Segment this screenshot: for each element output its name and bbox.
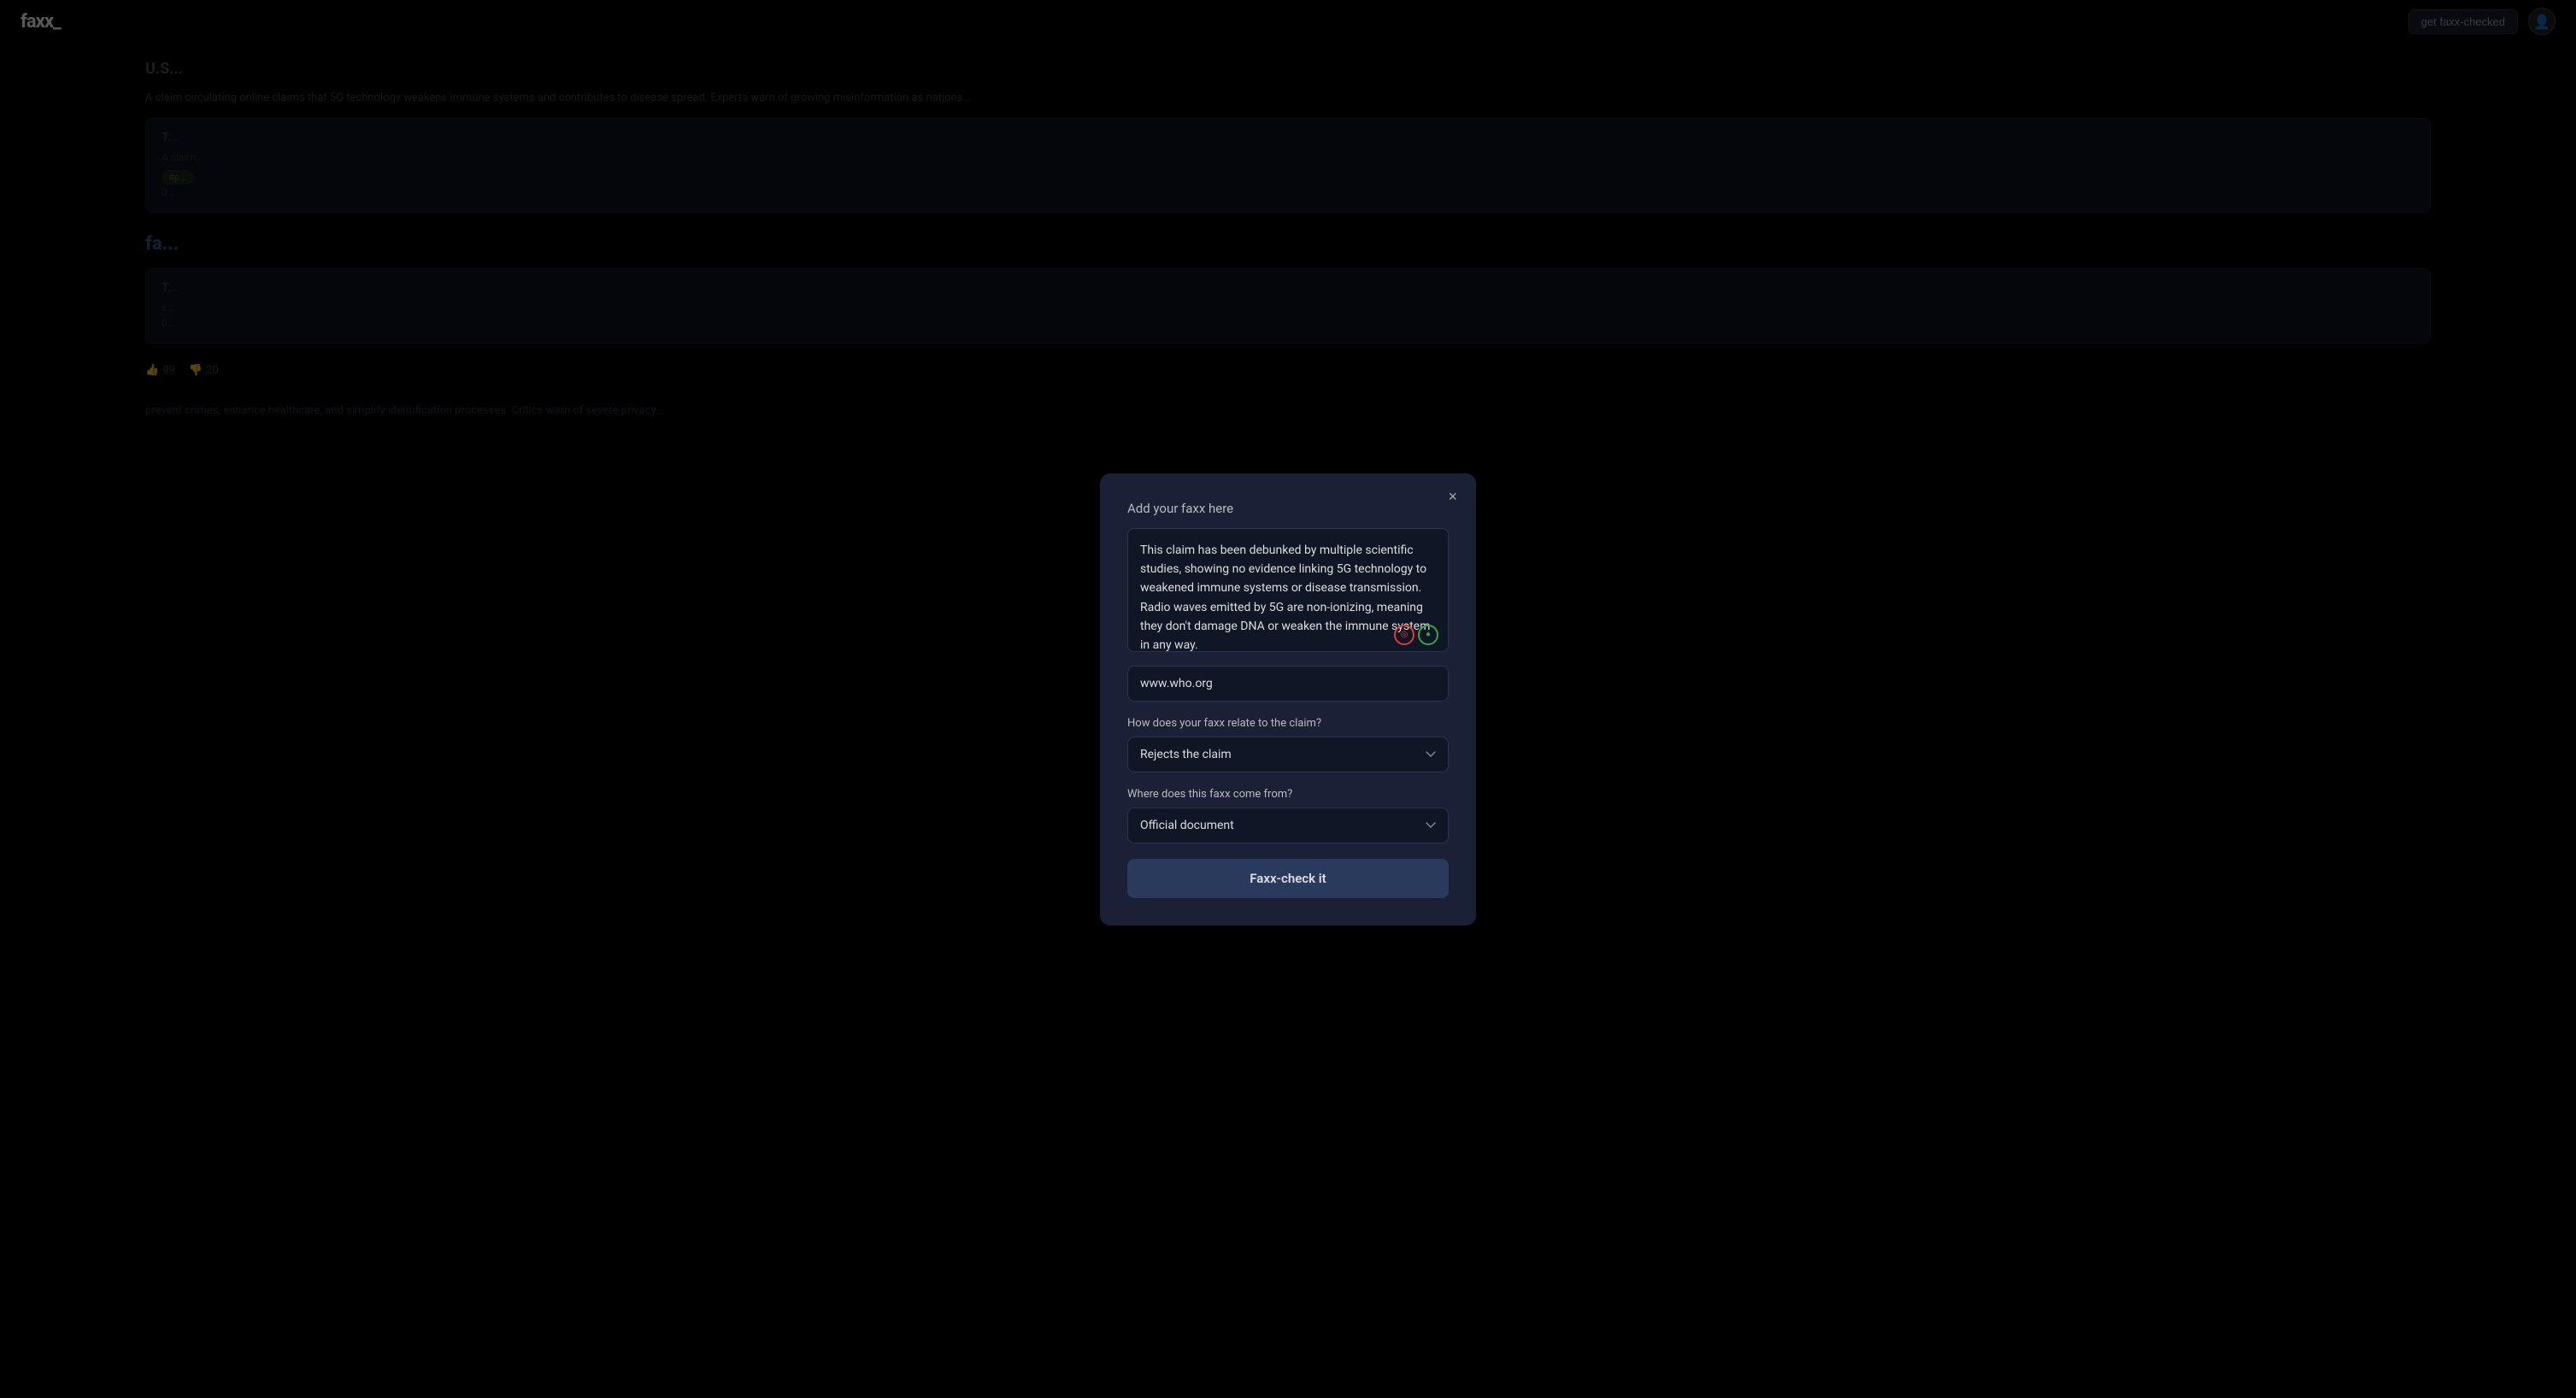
relation-label: How does your faxx relate to the claim? xyxy=(1127,717,1449,730)
chat-icon: ● xyxy=(1418,625,1438,645)
textarea-icons: ◎ ● xyxy=(1394,625,1438,645)
relation-select[interactable]: Rejects the claim Supports the claim Neu… xyxy=(1127,737,1449,772)
modal-close-button[interactable]: × xyxy=(1441,485,1464,508)
faxx-modal: × Add your faxx here ◎ ● How does your f… xyxy=(1100,473,1476,925)
source-label: Where does this faxx come from? xyxy=(1127,788,1449,801)
modal-overlay: × Add your faxx here ◎ ● How does your f… xyxy=(0,0,2576,1398)
modal-title: Add your faxx here xyxy=(1127,501,1449,516)
url-input[interactable] xyxy=(1127,666,1449,702)
submit-button[interactable]: Faxx-check it xyxy=(1127,859,1449,898)
source-select[interactable]: Official document News article Research … xyxy=(1127,808,1449,843)
target-icon: ◎ xyxy=(1394,625,1414,645)
textarea-wrapper: ◎ ● xyxy=(1127,528,1449,655)
